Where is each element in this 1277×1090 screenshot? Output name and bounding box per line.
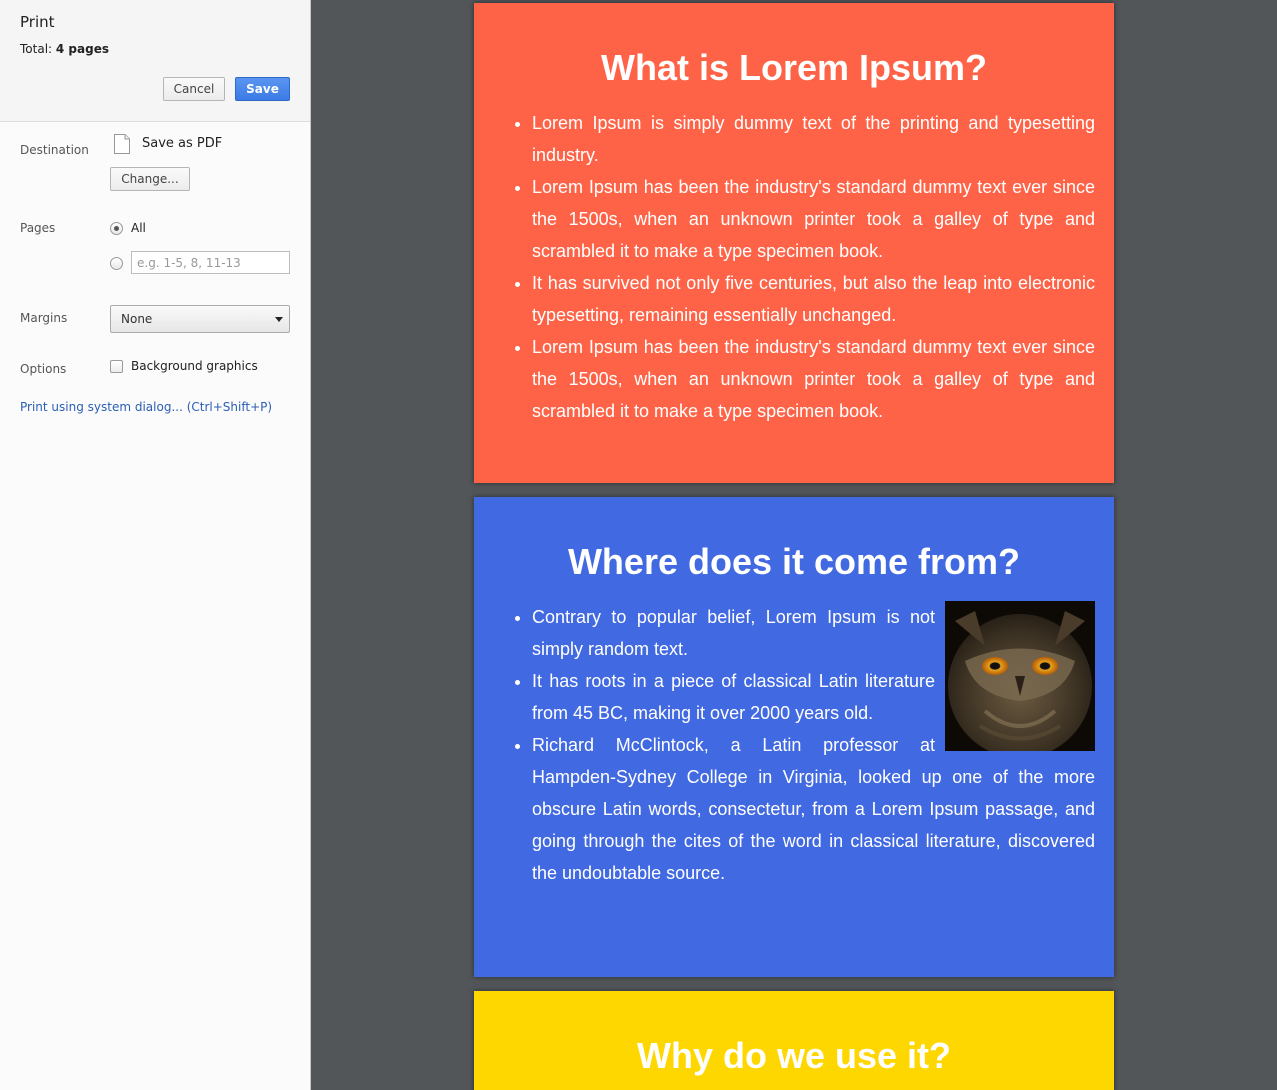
- save-button[interactable]: Save: [235, 77, 290, 101]
- document-icon: [114, 134, 130, 154]
- system-dialog-link[interactable]: Print using system dialog... (Ctrl+Shift…: [20, 400, 272, 414]
- pages-all-label[interactable]: All: [131, 221, 146, 235]
- bullet-list: Contrary to popular belief, Lorem Ipsum …: [532, 601, 1095, 889]
- list-item: Lorem Ipsum has been the industry's stan…: [532, 331, 1095, 427]
- margins-value: None: [121, 312, 153, 326]
- preview-page-1: What is Lorem Ipsum? Lorem Ipsum is simp…: [474, 3, 1114, 483]
- print-settings-sidebar: Print Total: 4 pages Cancel Save Destina…: [0, 0, 311, 1090]
- list-item: Richard McClintock, a Latin professor at…: [532, 729, 1095, 889]
- total-label: Total:: [20, 42, 53, 56]
- list-item: It has survived not only five centuries,…: [532, 267, 1095, 331]
- pages-custom-radio[interactable]: [110, 257, 123, 270]
- page-heading: Where does it come from?: [567, 541, 1021, 582]
- sidebar-header: Print Total: 4 pages Cancel Save: [0, 0, 310, 122]
- margins-select[interactable]: None: [110, 305, 290, 333]
- chevron-down-icon: [275, 317, 283, 322]
- bullet-list: Lorem Ipsum is simply dummy text of the …: [532, 107, 1095, 427]
- owl-photo: [945, 601, 1095, 751]
- list-item: Lorem Ipsum is simply dummy text of the …: [532, 107, 1095, 171]
- list-item: Lorem Ipsum has been the industry's stan…: [532, 171, 1095, 267]
- destination-label: Destination: [20, 143, 89, 157]
- total-pages-summary: Total: 4 pages: [20, 42, 109, 56]
- pages-all-radio[interactable]: [110, 222, 123, 235]
- pages-label: Pages: [20, 221, 56, 235]
- destination-value: Save as PDF: [142, 136, 223, 151]
- page-heading: Why do we use it?: [636, 1035, 951, 1076]
- background-graphics-checkbox[interactable]: [110, 360, 123, 373]
- print-title: Print: [20, 13, 55, 31]
- options-label: Options: [20, 362, 67, 376]
- cancel-button[interactable]: Cancel: [163, 77, 225, 101]
- preview-page-2: Where does it come from? • Contrary to p…: [474, 497, 1114, 977]
- margins-label: Margins: [20, 311, 68, 325]
- preview-page-3: Why do we use it?: [474, 991, 1114, 1090]
- page-heading: What is Lorem Ipsum?: [600, 47, 988, 88]
- background-graphics-label[interactable]: Background graphics: [131, 359, 258, 373]
- change-destination-button[interactable]: Change...: [110, 167, 190, 191]
- total-pages-value: 4 pages: [55, 42, 109, 56]
- pages-range-input[interactable]: [131, 251, 290, 274]
